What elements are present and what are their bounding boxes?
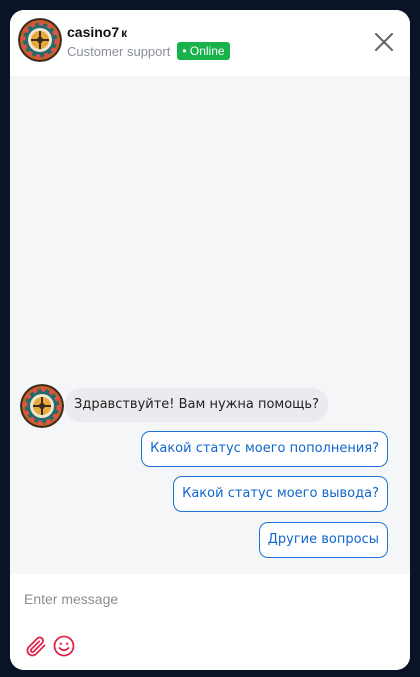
emoji-button[interactable] — [52, 634, 76, 658]
subtitle-row: Customer support • Online — [67, 42, 230, 60]
brand-name-text: casino7 — [67, 24, 120, 40]
quick-reply-withdrawal-status[interactable]: Какой статус моего вывода? — [173, 476, 388, 512]
bot-message: Здравствуйте! Вам нужна помощь? — [65, 388, 328, 422]
bot-avatar-icon — [20, 384, 64, 428]
message-input[interactable] — [24, 586, 394, 612]
brand-name-suffix: к — [121, 26, 128, 40]
chat-header: casino7 к Customer support • Online — [10, 10, 410, 76]
close-button[interactable] — [372, 30, 396, 54]
close-icon — [375, 33, 393, 51]
paperclip-icon — [26, 636, 46, 657]
chat-area[interactable]: Здравствуйте! Вам нужна помощь? Какой ст… — [10, 76, 410, 574]
composer — [10, 574, 410, 670]
status-badge: • Online — [177, 42, 230, 60]
quick-reply-other-questions[interactable]: Другие вопросы — [258, 522, 388, 558]
roulette-wheel-icon — [18, 18, 62, 62]
attach-button[interactable] — [24, 634, 48, 658]
quick-reply-deposit-status[interactable]: Какой статус моего пополнения? — [141, 431, 388, 467]
smiley-icon — [53, 635, 75, 657]
brand-name: casino7 к — [67, 24, 127, 40]
chat-widget: casino7 к Customer support • Online Здра… — [10, 10, 410, 670]
subtitle: Customer support — [67, 43, 171, 59]
